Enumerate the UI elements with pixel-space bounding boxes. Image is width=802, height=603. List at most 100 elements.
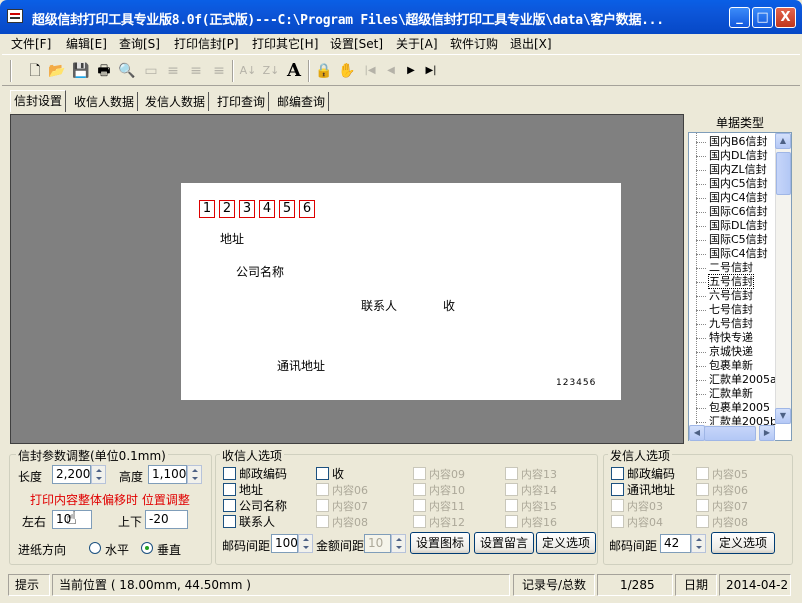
sender-checkbox[interactable] [696,515,709,528]
recipient-checkbox[interactable] [316,499,329,512]
sender-checkbox[interactable] [611,515,624,528]
recipient-checkbox[interactable] [505,483,518,496]
close-button[interactable]: X [775,7,796,28]
recipient-checkbox[interactable] [505,515,518,528]
tab-sender-data[interactable]: 发信人数据 [142,92,210,111]
recipient-checkbox[interactable] [413,499,426,512]
tree-item[interactable]: 二号信封 [709,261,753,274]
sender-checkbox[interactable] [696,467,709,480]
next-record-icon[interactable]: ▶ [402,62,420,80]
scroll-right-icon[interactable]: ▶ [759,425,775,441]
minimize-button[interactable]: _ [729,7,750,28]
recipient-checkbox[interactable] [223,499,236,512]
zip-digit-box[interactable]: 1 [199,200,215,218]
envelope-address-field[interactable]: 地址 [220,230,244,247]
tree-item[interactable]: 国际C4信封 [709,247,768,260]
tree-item[interactable]: 特快专递 [709,331,753,344]
menu-print-envelope[interactable]: 打印信封[P] [174,35,239,52]
recipient-checkbox[interactable] [505,467,518,480]
envelope-sender-zip-field[interactable]: 123456 [556,378,596,388]
length-input[interactable]: 2,200 [52,465,91,484]
sender-checkbox[interactable] [611,483,624,496]
tree-item[interactable]: 七号信封 [709,303,753,316]
recipient-checkbox[interactable] [223,467,236,480]
prev-record-icon[interactable]: ◀ [382,62,400,80]
zip-digit-box[interactable]: 3 [239,200,255,218]
tree-item[interactable]: 六号信封 [709,289,753,302]
tree-item-selected[interactable]: 五号信封 [708,274,754,289]
last-record-icon[interactable]: ▶| [422,62,440,80]
print-icon[interactable]: 🖶 [95,62,113,80]
align-center-icon[interactable]: ≡ [187,62,205,80]
menu-settings[interactable]: 设置[Set] [330,35,383,52]
zip-digit-box[interactable]: 4 [259,200,275,218]
tree-item[interactable]: 国际C5信封 [709,233,768,246]
recipient-checkbox[interactable] [413,467,426,480]
recipient-checkbox[interactable] [316,467,329,480]
envelope-receive-field[interactable]: 收 [443,297,455,314]
print-preview-icon[interactable]: 🔍 [118,62,136,80]
recipient-zip-spacing-spinner[interactable] [298,534,313,553]
tree-item[interactable]: 国内DL信封 [709,149,768,162]
tab-envelope-settings[interactable]: 信封设置 [10,90,67,112]
sort-desc-icon[interactable]: Z↓ [262,62,280,80]
set-icon-button[interactable]: 设置图标 [410,532,470,554]
zip-digit-box[interactable]: 5 [279,200,295,218]
sender-define-options-button[interactable]: 定义选项 [711,532,775,554]
menu-file[interactable]: 文件[F] [11,35,51,52]
menu-exit[interactable]: 退出[X] [510,35,552,52]
zip-digit-box[interactable]: 2 [219,200,235,218]
set-message-button[interactable]: 设置留言 [474,532,534,554]
first-record-icon[interactable]: |◀ [361,62,379,80]
tree-item[interactable]: 国内B6信封 [709,135,768,148]
tree-item[interactable]: 国际DL信封 [709,219,768,232]
tree-item[interactable]: 汇款单2005a [709,373,777,386]
tree-item[interactable]: 九号信封 [709,317,753,330]
align-right-icon[interactable]: ≡ [210,62,228,80]
envelope-contact-field[interactable]: 联系人 [361,297,397,314]
tab-postcode-query[interactable]: 邮编查询 [274,92,330,111]
tree-item[interactable]: 国内C5信封 [709,177,768,190]
recipient-checkbox[interactable] [505,499,518,512]
amount-spacing-spinner[interactable] [391,534,406,553]
ruler-icon[interactable]: ▭ [142,62,160,80]
maximize-button[interactable]: □ [752,7,773,28]
tree-item[interactable]: 国内ZL信封 [709,163,767,176]
sender-zip-spacing-input[interactable]: 42 [660,534,691,553]
length-spinner[interactable] [91,465,106,484]
menu-print-other[interactable]: 打印其它[H] [252,35,318,52]
tree-item[interactable]: 包裹单2005 [709,401,770,414]
recipient-checkbox[interactable] [413,515,426,528]
sort-asc-icon[interactable]: A↓ [239,62,257,80]
menu-order[interactable]: 软件订购 [450,35,498,52]
menu-about[interactable]: 关于[A] [396,35,438,52]
recipient-define-options-button[interactable]: 定义选项 [536,532,596,554]
new-file-icon[interactable]: 🗋 [26,62,44,80]
recipient-checkbox[interactable] [316,515,329,528]
tree-item[interactable]: 包裹单新 [709,359,753,372]
tab-print-query[interactable]: 打印查询 [214,92,270,111]
recipient-checkbox[interactable] [316,483,329,496]
scroll-left-icon[interactable]: ◀ [689,425,705,441]
sender-checkbox[interactable] [611,499,624,512]
open-folder-icon[interactable]: 📂 [48,62,66,80]
height-spinner[interactable] [187,465,202,484]
tree-horizontal-scroll-thumb[interactable] [704,426,756,441]
sender-zip-spacing-spinner[interactable] [691,534,706,553]
align-left-icon[interactable]: ≡ [164,62,182,80]
tree-item[interactable]: 国际C6信封 [709,205,768,218]
tree-item[interactable]: 汇款单新 [709,387,753,400]
feed-horizontal-radio[interactable] [89,542,101,554]
tree-vertical-scroll-thumb[interactable] [776,152,791,195]
sender-checkbox[interactable] [696,499,709,512]
app-icon[interactable] [7,9,23,23]
save-icon[interactable]: 💾 [72,62,90,80]
sender-checkbox[interactable] [611,467,624,480]
recipient-checkbox[interactable] [223,515,236,528]
tree-item[interactable]: 国内C4信封 [709,191,768,204]
hand-icon[interactable]: ✋ [338,62,356,80]
height-input[interactable]: 1,100 [148,465,187,484]
sender-checkbox[interactable] [696,483,709,496]
envelope-sender-address-field[interactable]: 通讯地址 [277,357,325,374]
scroll-up-icon[interactable]: ▲ [775,133,791,149]
